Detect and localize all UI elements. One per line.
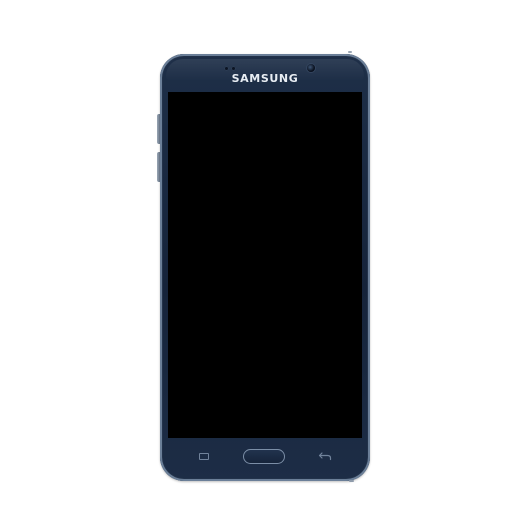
back-arrow-icon [318,452,332,461]
bottom-edge-detail [349,480,354,482]
recent-apps-icon [199,453,209,460]
phone-screen [168,92,362,438]
product-photo: SAMSUNG [0,0,530,530]
brand-logo: SAMSUNG [231,72,299,85]
top-edge-detail [348,51,352,53]
home-key-icon [243,449,285,464]
front-camera-icon [307,64,315,72]
proximity-sensor [224,66,229,71]
light-sensor [231,66,236,71]
